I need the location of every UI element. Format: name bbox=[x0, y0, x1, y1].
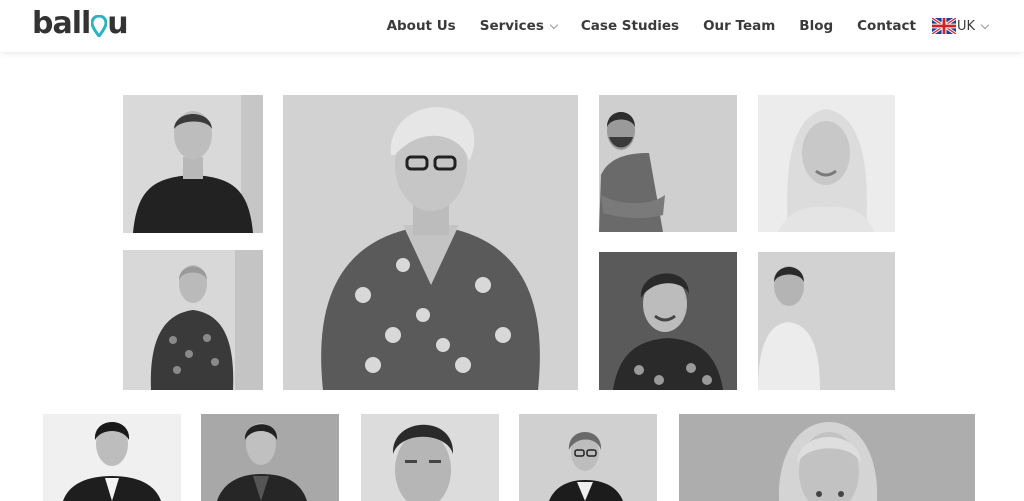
logo-text-tail: u bbox=[107, 6, 128, 41]
portrait-image bbox=[758, 252, 895, 390]
nav-label: Contact bbox=[857, 18, 916, 34]
portrait-image bbox=[599, 252, 737, 390]
portrait-image bbox=[679, 414, 975, 501]
uk-flag-icon bbox=[931, 18, 956, 34]
language-label: UK bbox=[956, 18, 975, 34]
team-photo-woman-blonde-close-up[interactable] bbox=[679, 414, 975, 501]
team-photo-man-dark-blazer[interactable] bbox=[201, 414, 339, 501]
team-photo-man-white-shirt[interactable] bbox=[758, 252, 895, 390]
nav-label: Blog bbox=[799, 18, 834, 34]
team-photo-woman-blonde-long-hair[interactable] bbox=[758, 95, 895, 232]
main-nav: About Us Services Case Studies Our Team … bbox=[387, 0, 990, 52]
logo-text: ball bbox=[32, 6, 91, 41]
nav-our-team[interactable]: Our Team bbox=[703, 18, 775, 34]
ballou-logo[interactable]: ball u bbox=[32, 6, 129, 42]
site-header: ball u About Us Services Case Studies Ou… bbox=[0, 0, 1024, 52]
portrait-image bbox=[123, 250, 263, 390]
team-photo-woman-short-hair-smiling[interactable] bbox=[599, 252, 737, 390]
chevron-down-icon bbox=[549, 20, 559, 29]
portrait-image bbox=[283, 95, 578, 390]
nav-label: Services bbox=[479, 18, 544, 34]
nav-label: About Us bbox=[386, 18, 456, 34]
nav-blog[interactable]: Blog bbox=[799, 18, 833, 34]
portrait-image bbox=[758, 95, 895, 232]
team-photo-man-dark-suit[interactable] bbox=[43, 414, 181, 501]
chevron-down-icon bbox=[980, 20, 990, 29]
language-selector[interactable]: UK bbox=[931, 18, 990, 34]
nav-label: Case Studies bbox=[580, 18, 680, 34]
portrait-image bbox=[43, 414, 181, 501]
nav-case-studies[interactable]: Case Studies bbox=[581, 18, 679, 34]
portrait-image bbox=[599, 95, 737, 232]
nav-about-us[interactable]: About Us bbox=[387, 18, 456, 34]
portrait-image bbox=[361, 414, 499, 501]
location-pin-icon bbox=[90, 14, 108, 39]
team-photo-woman-glasses-dark-jacket[interactable] bbox=[519, 414, 657, 501]
nav-services[interactable]: Services bbox=[479, 18, 559, 34]
nav-contact[interactable]: Contact bbox=[857, 18, 916, 34]
portrait-image bbox=[123, 95, 263, 233]
portrait-image bbox=[201, 414, 339, 501]
team-photo-woman-floral-top[interactable] bbox=[123, 250, 263, 390]
team-photo-man-dark-sweater[interactable] bbox=[123, 95, 263, 233]
nav-label: Our Team bbox=[703, 18, 776, 34]
team-photo-man-close-up[interactable] bbox=[361, 414, 499, 501]
team-photo-woman-glasses-floral-dress[interactable] bbox=[283, 95, 578, 390]
portrait-image bbox=[519, 414, 657, 501]
team-photo-man-bearded-crossed-arms[interactable] bbox=[599, 95, 737, 232]
